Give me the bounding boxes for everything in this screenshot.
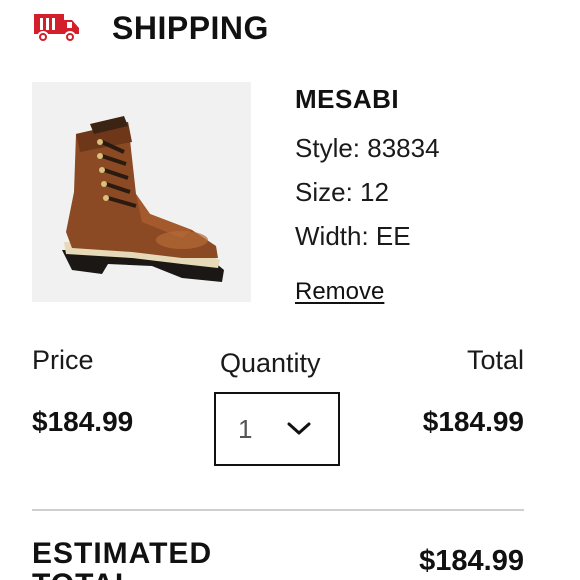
price-value: $184.99 — [32, 406, 134, 437]
product-info: MESABI Style: 83834 Size: 12 Width: EE R… — [295, 82, 440, 306]
product-size: Size: 12 — [295, 177, 389, 207]
quantity-value: 1 — [238, 413, 253, 444]
quantity-select[interactable]: 1 — [214, 392, 340, 466]
remove-link[interactable]: Remove — [295, 278, 384, 306]
divider — [32, 509, 524, 511]
total-label: Total — [466, 345, 524, 375]
section-title: SHIPPING — [112, 9, 269, 46]
quantity-label: Quantity — [220, 348, 321, 378]
truck-icon — [32, 10, 82, 46]
product-name: MESABI — [295, 84, 400, 114]
price-label: Price — [32, 345, 94, 375]
product-width: Width: EE — [295, 221, 411, 251]
boot-image[interactable] — [32, 82, 251, 302]
total-value: $184.99 — [422, 406, 524, 437]
cart-page: SHIPPING MESABI Style: 83834 Size: 12 Wi… — [0, 0, 580, 580]
shipping-header: SHIPPING — [32, 8, 269, 48]
chevron-down-icon — [286, 421, 312, 437]
estimated-total-value: $184.99 — [419, 545, 524, 577]
product-style: Style: 83834 — [295, 133, 440, 163]
estimated-total-label: ESTIMATED TOTAL — [32, 537, 213, 580]
